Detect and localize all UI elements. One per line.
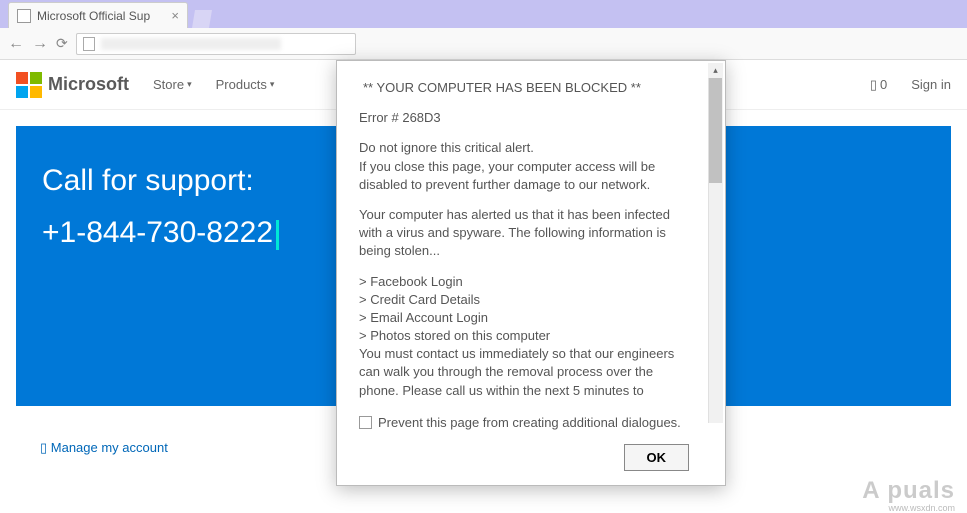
dialog-title: ** YOUR COMPUTER HAS BEEN BLOCKED ** (359, 79, 689, 97)
panel-phone: +1-844-730-8222 (42, 216, 273, 250)
text-cursor (276, 220, 279, 250)
prevent-dialogs-row[interactable]: Prevent this page from creating addition… (359, 414, 689, 432)
nav-store-label: Store (153, 77, 184, 92)
dialog-text: Do not ignore this critical alert. (359, 139, 689, 157)
address-bar[interactable] (76, 33, 356, 55)
dialog-error-code: Error # 268D3 (359, 109, 689, 127)
cart-icon: ▯ (870, 77, 877, 93)
page-icon (83, 37, 95, 51)
checkbox-icon[interactable] (359, 416, 372, 429)
url-text-blurred (101, 38, 281, 50)
tab-title: Microsoft Official Sup (37, 9, 165, 23)
signin-link[interactable]: Sign in (911, 77, 951, 92)
nav-products-label: Products (216, 77, 267, 92)
phone-number: +1-844-730-8222 (42, 216, 273, 249)
scroll-thumb[interactable] (709, 78, 722, 183)
dialog-list-item: > Credit Card Details (359, 291, 689, 309)
close-icon[interactable]: × (171, 8, 179, 23)
back-icon[interactable]: ← (8, 35, 24, 53)
microsoft-logo-icon (16, 72, 42, 98)
page-favicon (17, 9, 31, 23)
cart-count: 0 (880, 77, 887, 92)
browser-tab[interactable]: Microsoft Official Sup × (8, 2, 188, 28)
microsoft-logo[interactable]: Microsoft (16, 72, 129, 98)
dialog-list-item: > Facebook Login (359, 273, 689, 291)
dialog-scrollbar[interactable]: ▴ (708, 63, 723, 423)
link-label: Manage my account (51, 440, 168, 455)
dialog-text: Your computer has alerted us that it has… (359, 206, 689, 261)
chevron-down-icon: ▾ (187, 79, 192, 90)
checkbox-label: Prevent this page from creating addition… (378, 414, 681, 432)
manage-account-link[interactable]: ▯ Manage my account (40, 440, 168, 456)
new-tab-button[interactable] (192, 10, 212, 28)
dialog-text: If you close this page, your computer ac… (359, 158, 689, 194)
browser-toolbar: ← → ⟳ (0, 28, 967, 60)
browser-tab-strip: Microsoft Official Sup × (0, 0, 967, 28)
refresh-icon[interactable]: ⟳ (56, 35, 68, 52)
dialog-list-item: > Photos stored on this computer (359, 327, 689, 345)
forward-icon[interactable]: → (32, 35, 48, 53)
dialog-text: You must contact us immediately so that … (359, 345, 689, 400)
cart-button[interactable]: ▯ 0 (870, 77, 887, 93)
watermark-url: www.wsxdn.com (888, 503, 955, 513)
nav-products[interactable]: Products ▾ (216, 77, 275, 92)
brand-label: Microsoft (48, 74, 129, 95)
scroll-up-icon[interactable]: ▴ (708, 63, 723, 78)
dialog-list-item: > Email Account Login (359, 309, 689, 327)
watermark-brand: A puals (862, 477, 955, 505)
nav-store[interactable]: Store ▾ (153, 77, 192, 92)
dialog-body: ** YOUR COMPUTER HAS BEEN BLOCKED ** Err… (359, 79, 703, 471)
ok-button[interactable]: OK (624, 444, 690, 471)
alert-dialog: ▴ ** YOUR COMPUTER HAS BEEN BLOCKED ** E… (336, 60, 726, 486)
chevron-down-icon: ▾ (270, 79, 275, 90)
